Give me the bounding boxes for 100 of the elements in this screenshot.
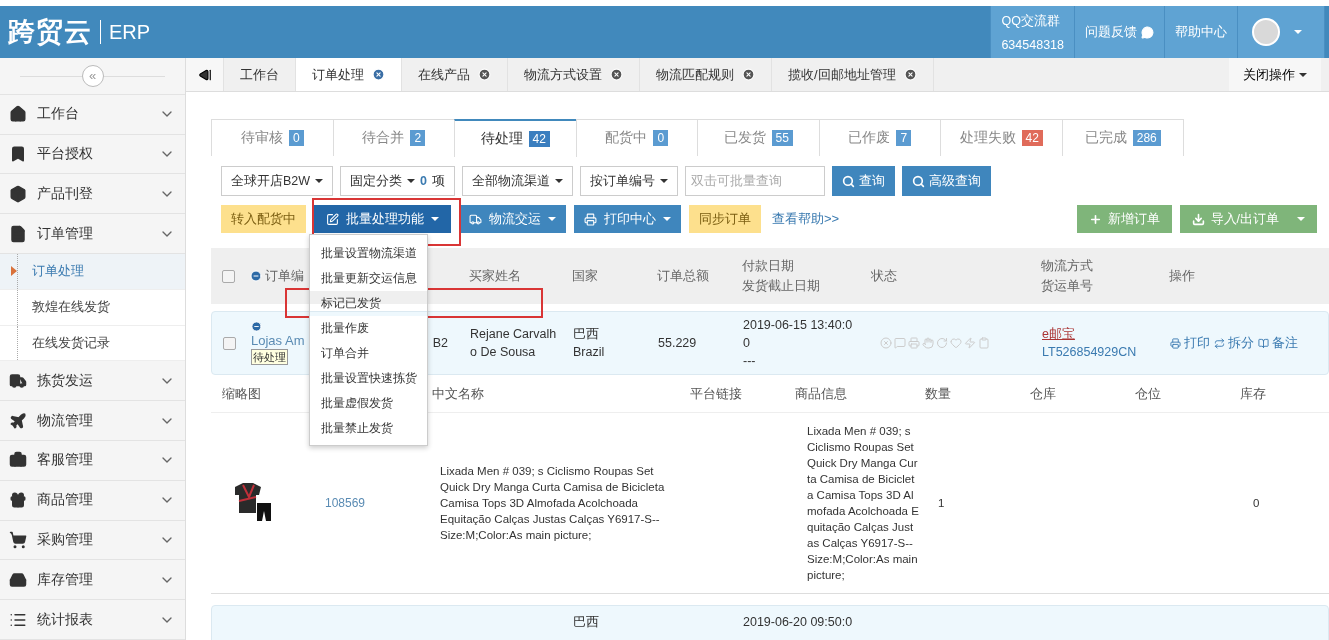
close-icon[interactable]	[478, 68, 491, 81]
sidebar-item[interactable]: 统计报表	[0, 600, 185, 640]
menu-item[interactable]: 批量作废	[310, 316, 427, 341]
checkbox[interactable]	[222, 269, 235, 283]
count-badge: 0	[653, 130, 669, 146]
menu-item[interactable]: 批量更新交运信息	[310, 266, 427, 291]
briefcase-icon	[9, 451, 27, 470]
arrow-icon	[11, 266, 17, 277]
column-header: 仓库	[1030, 384, 1057, 403]
category-count: 0	[420, 174, 428, 188]
page-tab[interactable]: 订单处理	[296, 58, 402, 91]
action-button[interactable]: 转入配货中	[221, 205, 306, 233]
printer-icon	[584, 212, 597, 226]
message-icon[interactable]	[894, 337, 906, 349]
column-header: 缩略图	[221, 384, 262, 403]
carrier-link[interactable]: e邮宝	[1042, 325, 1075, 343]
close-icon[interactable]	[372, 68, 385, 81]
user-menu[interactable]	[1237, 6, 1325, 58]
column-header: 仓位	[1135, 384, 1162, 403]
close-menu[interactable]: 关闭操作	[1229, 58, 1321, 91]
status-tab[interactable]: 待处理 42	[454, 119, 577, 157]
collapse-icon[interactable]	[251, 321, 262, 332]
sidebar-item[interactable]: 库存管理	[0, 560, 185, 601]
caret-icon	[1297, 217, 1305, 221]
column-header: 付款日期	[742, 257, 795, 275]
clipboard-icon[interactable]	[978, 337, 990, 349]
sidebar-item[interactable]: 客服管理	[0, 441, 185, 481]
row-action-link[interactable]: 拆分	[1214, 334, 1254, 352]
action-button[interactable]: 同步订单	[689, 205, 761, 233]
sidebar-subitem[interactable]: 在线发货记录	[0, 325, 185, 362]
column-header: 库存	[1240, 384, 1267, 403]
action-button[interactable]: 打印中心	[574, 205, 681, 233]
help-link[interactable]: 查看帮助>>	[772, 210, 840, 228]
menu-item[interactable]: 批量虚假发货	[310, 391, 427, 416]
x-circle-icon[interactable]	[880, 337, 892, 349]
close-icon[interactable]	[742, 68, 755, 81]
sidebar-item[interactable]: 拣货发运	[0, 361, 185, 402]
menu-item[interactable]: 标记已发货	[310, 291, 427, 316]
sidebar-item[interactable]: 平台授权	[0, 134, 185, 175]
sidebar-item[interactable]: 采购管理	[0, 520, 185, 561]
chat-icon	[1141, 25, 1154, 39]
table-cell-text: Lixada Men # 039; s Ciclismo Roupas Set Quick Dry Manga Curta Camisa de Bicicleta Camisa Tops 3D Almofada Acolchoada Equitação Calças Justas Calças Y6917-S--Size:M;Color:As main picture;	[439, 464, 666, 543]
close-icon[interactable]	[903, 68, 917, 81]
status-tab[interactable]: 已发货 55	[697, 119, 820, 156]
column-header: 货运单号	[1041, 277, 1094, 295]
lightning-icon[interactable]	[964, 337, 976, 349]
truck-icon	[469, 212, 482, 226]
close-icon[interactable]	[610, 68, 623, 81]
download-icon	[1191, 212, 1205, 226]
truck-icon	[9, 371, 27, 390]
sidebar-subitem[interactable]: 订单处理	[0, 254, 185, 290]
status-tab[interactable]: 配货中 0	[575, 119, 698, 156]
category-select[interactable]: 固定分类 0 项	[340, 166, 456, 196]
menu-item[interactable]: 订单合并	[310, 341, 427, 366]
menu-item[interactable]: 批量设置快速拣货	[310, 366, 427, 391]
count-badge: 2	[410, 130, 426, 146]
status-tab[interactable]: 待审核 0	[211, 119, 334, 156]
order-number[interactable]: Lojas Am	[251, 333, 305, 348]
collapse-icon[interactable]	[250, 270, 262, 282]
sidebar-subitem[interactable]: 敦煌在线发货	[0, 289, 185, 326]
first-tab-button[interactable]	[186, 58, 224, 91]
sidebar-item[interactable]: 工作台	[0, 94, 185, 135]
home-icon	[9, 105, 27, 124]
column-header: 操作	[1169, 267, 1196, 285]
advanced-search-button[interactable]: 高级查询	[902, 166, 992, 196]
sidebar-item[interactable]: 产品刊登	[0, 174, 185, 215]
action-button[interactable]: 批量处理功能	[314, 205, 451, 233]
cube-icon	[9, 184, 27, 203]
search-field[interactable]: 双击可批量查询	[685, 166, 826, 196]
hand-icon[interactable]	[922, 337, 934, 349]
menu-item[interactable]: 批量禁止发货	[310, 416, 427, 441]
status-tab[interactable]: 已作废 7	[818, 119, 941, 156]
table-cell-text: 2019-06-20 09:50:0	[743, 614, 853, 631]
row-action-link[interactable]: 备注	[1258, 334, 1298, 352]
sidebar-item[interactable]: 物流管理	[0, 401, 185, 442]
column-header: 订单总额	[657, 267, 710, 285]
sidebar-item[interactable]: 商品管理	[0, 480, 185, 521]
document-icon	[9, 224, 27, 243]
count-badge: 0	[288, 130, 304, 146]
status-tab[interactable]: 处理失败 42	[940, 119, 1063, 156]
column-header: 数量	[925, 384, 952, 403]
heart-icon[interactable]	[950, 337, 962, 349]
plane-icon	[9, 411, 27, 430]
search-type-select[interactable]: 按订单编号	[580, 166, 679, 196]
caret-icon	[315, 179, 324, 183]
search-button[interactable]: 查询	[832, 166, 896, 196]
column-header: 中文名称	[432, 384, 485, 403]
refresh-icon[interactable]	[936, 337, 948, 349]
count-badge: 7	[896, 130, 912, 146]
menu-item[interactable]: 批量设置物流渠道	[310, 241, 427, 266]
table-cell-text: 0	[1252, 496, 1261, 511]
status-tab[interactable]: 已完成 286	[1061, 119, 1184, 156]
checkbox[interactable]	[223, 336, 236, 350]
item-code[interactable]: 108569	[325, 496, 432, 510]
channel-select[interactable]: 全部物流渠道	[462, 166, 574, 196]
status-tab[interactable]: 待合并 2	[332, 119, 455, 156]
store-select[interactable]: 全球开店B2W	[221, 166, 334, 196]
printer-icon[interactable]	[908, 337, 920, 349]
action-button[interactable]: 物流交运	[459, 205, 566, 233]
row-action-link[interactable]: 打印	[1170, 334, 1210, 352]
